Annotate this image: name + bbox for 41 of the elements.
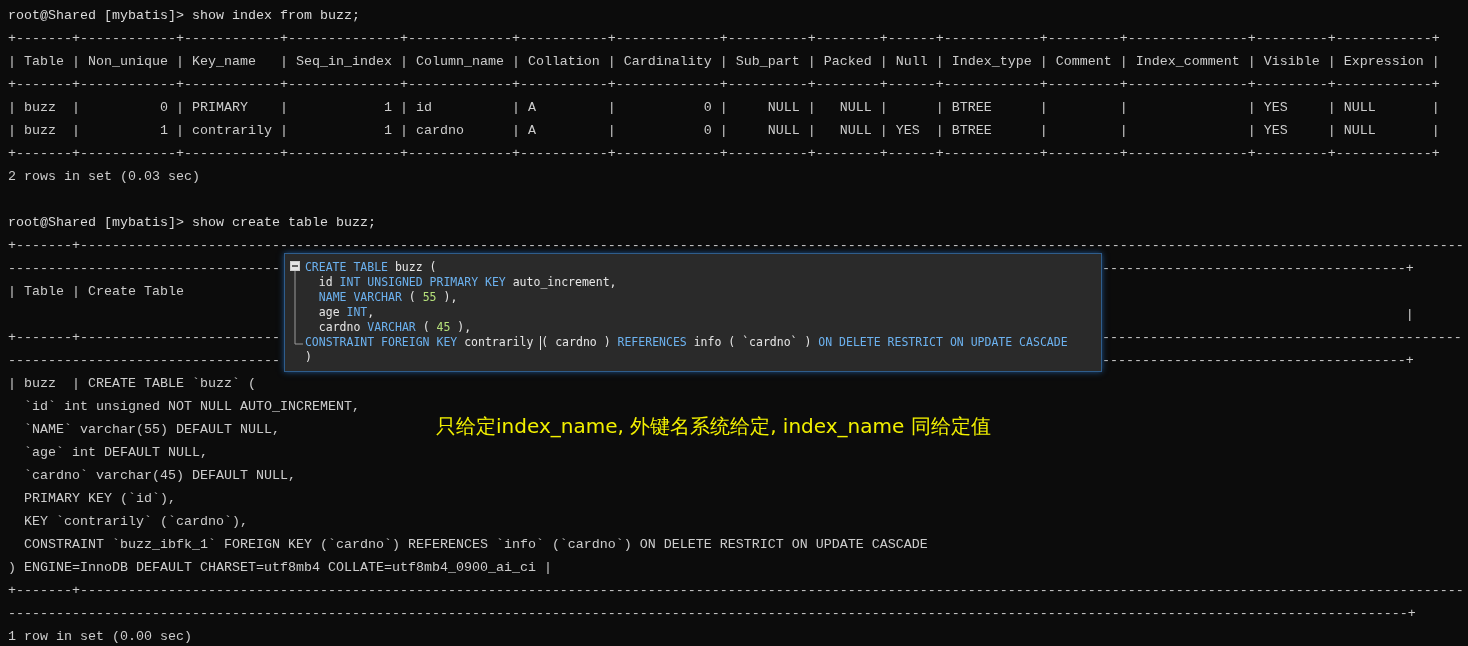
output-line: `id` int unsigned NOT NULL AUTO_INCREMENT,: [23, 398, 360, 416]
output-line: | buzz | 1 | contrarily | 1 | cardno | A | 0 | NULL | NULL | YES | BTREE | | | YES | NULL |: [8, 122, 1440, 140]
output-line: ---------------------------------------------: [1101, 330, 1462, 345]
output-line: `age` int DEFAULT NULL,: [23, 444, 208, 462]
code-text: ( cardno ) REFERENCES info ( `cardno` ) ON DELETE RESTRICT ON UPDATE CASCADE: [541, 335, 1068, 350]
code-text: NAME VARCHAR ( 55 ),: [318, 290, 458, 305]
output-line: KEY `contrarily` (`cardno`),: [23, 513, 248, 531]
output-line: PRIMARY KEY (`id`),: [23, 490, 176, 508]
output-line: --------------------------------------+: [1101, 261, 1414, 276]
output-line: +-------+-----------------------------------------------------------------------------------------------------------------------------------------------------------------------------: [8, 582, 1464, 600]
code-text: age INT,: [318, 305, 375, 320]
output-line: `NAME` varchar(55) DEFAULT NULL,: [23, 421, 280, 439]
output-line: | Table | Create Table: [8, 284, 184, 299]
command-line: root@Shared [mybatis]> show index from buzz;: [8, 7, 360, 25]
output-line: `cardno` varchar(45) DEFAULT NULL,: [23, 467, 296, 485]
output-line: +-------+-------------------------: [8, 330, 280, 345]
code-text: CONSTRAINT FOREIGN KEY contrarily: [304, 335, 535, 350]
output-line: | Table | Non_unique | Key_name | Seq_in_index | Column_name | Collation | Cardinality | Sub_part | Packed | Null | Index_type | Comment | Index_comment | Visible | Expression |: [8, 53, 1440, 71]
output-line: +-------+------------+------------+--------------+-------------+-----------+-------------+----------+--------+------+------------+---------+---------------+---------+------------+: [8, 76, 1440, 94]
output-line: -------------------------------------------------------------------------------------------------------------------------------------------------------------------------------+: [8, 605, 1416, 623]
command-line: root@Shared [mybatis]> show create table buzz;: [8, 214, 376, 232]
output-line: | buzz | CREATE TABLE `buzz` (: [8, 375, 256, 393]
output-line: | buzz | 0 | PRIMARY | 1 | id | A | 0 | NULL | NULL | | BTREE | | | YES | NULL |: [8, 99, 1440, 117]
code-text: cardno VARCHAR ( 45 ),: [318, 320, 472, 335]
output-line: CONSTRAINT `buzz_ibfk_1` FOREIGN KEY (`cardno`) REFERENCES `info` (`cardno`) ON DELETE RESTRICT ON UPDATE CASCADE: [23, 536, 928, 554]
output-line: +-------+-----------------------------------------------------------------------------------------------------------------------------------------------------------------------------: [8, 237, 1464, 255]
text-cursor-icon: [540, 335, 542, 350]
fold-marker-icon[interactable]: [289, 261, 303, 345]
annotation-text: 只给定index_name, 外键名系统给定, index_name 同给定值: [436, 413, 991, 440]
output-line: 2 rows in set (0.03 sec): [8, 168, 200, 186]
output-line: --------------------------------------+: [1101, 353, 1414, 368]
output-line: |: [1405, 307, 1414, 322]
code-text: id INT UNSIGNED PRIMARY KEY auto_increment,: [318, 275, 617, 290]
output-line: +-------+------------+------------+--------------+-------------+-----------+-------------+----------+--------+------+------------+---------+---------------+---------+------------+: [8, 145, 1440, 163]
code-text: ): [304, 350, 312, 365]
output-line: 1 row in set (0.00 sec): [8, 628, 192, 646]
output-line: ) ENGINE=InnoDB DEFAULT CHARSET=utf8mb4 COLLATE=utf8mb4_0900_ai_ci |: [8, 559, 552, 577]
output-line: ----------------------------------: [8, 353, 280, 368]
output-line: ----------------------------------: [8, 261, 280, 276]
output-line: +-------+------------+------------+--------------+-------------+-----------+-------------+----------+--------+------+------------+---------+---------------+---------+------------+: [8, 30, 1440, 48]
code-text: CREATE TABLE buzz (: [304, 260, 437, 275]
